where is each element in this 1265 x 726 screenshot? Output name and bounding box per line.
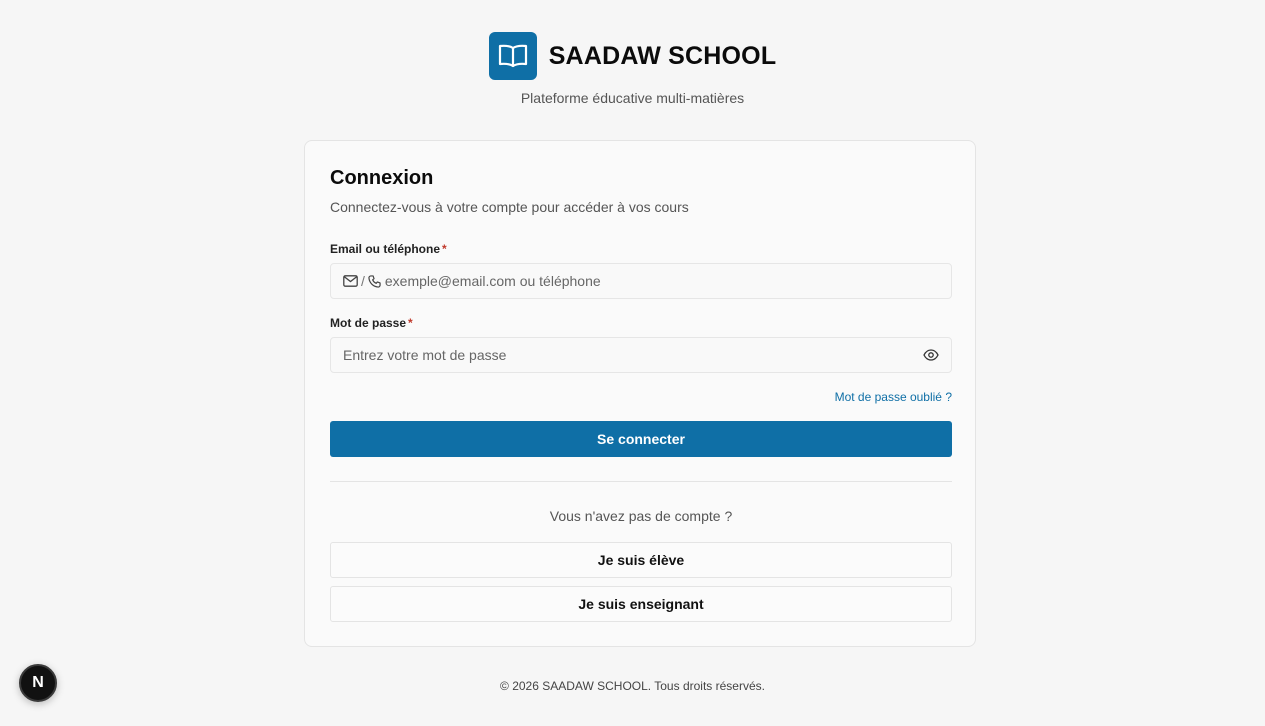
password-field[interactable] [330, 337, 952, 373]
student-signup-button[interactable]: Je suis élève [330, 542, 952, 578]
phone-icon [368, 274, 381, 288]
prefix-separator: / [361, 273, 365, 289]
footer-copyright: © 2026 SAADAW SCHOOL. Tous droits réserv… [500, 679, 765, 693]
no-account-text: Vous n'avez pas de compte ? [549, 508, 733, 524]
divider [330, 481, 952, 482]
identifier-prefix: / [343, 273, 381, 289]
identifier-label: Email ou téléphone * [330, 242, 447, 256]
brand-name: SAADAW SCHOOL [548, 41, 777, 70]
eye-icon[interactable] [923, 349, 939, 361]
identifier-input[interactable] [384, 273, 939, 289]
page-title: Connexion [330, 167, 434, 189]
teacher-signup-button[interactable]: Je suis enseignant [330, 586, 952, 622]
identifier-field[interactable]: / [330, 263, 952, 299]
password-input[interactable] [343, 347, 923, 363]
next-dev-badge[interactable]: N [19, 664, 57, 702]
login-card: Connexion Connectez-vous à votre compte … [304, 140, 976, 647]
header: SAADAW SCHOOL Plateforme éducative multi… [0, 32, 1265, 106]
password-label: Mot de passe * [330, 316, 413, 330]
login-button[interactable]: Se connecter [330, 421, 952, 457]
mail-icon [343, 275, 358, 287]
open-book-icon [488, 32, 537, 80]
required-mark: * [442, 242, 447, 256]
brand: SAADAW SCHOOL [488, 32, 777, 80]
tagline: Plateforme éducative multi-matières [520, 90, 745, 106]
forgot-password-link[interactable]: Mot de passe oublié ? [835, 390, 952, 404]
page-subtitle: Connectez-vous à votre compte pour accéd… [330, 199, 689, 215]
required-mark: * [408, 316, 413, 330]
